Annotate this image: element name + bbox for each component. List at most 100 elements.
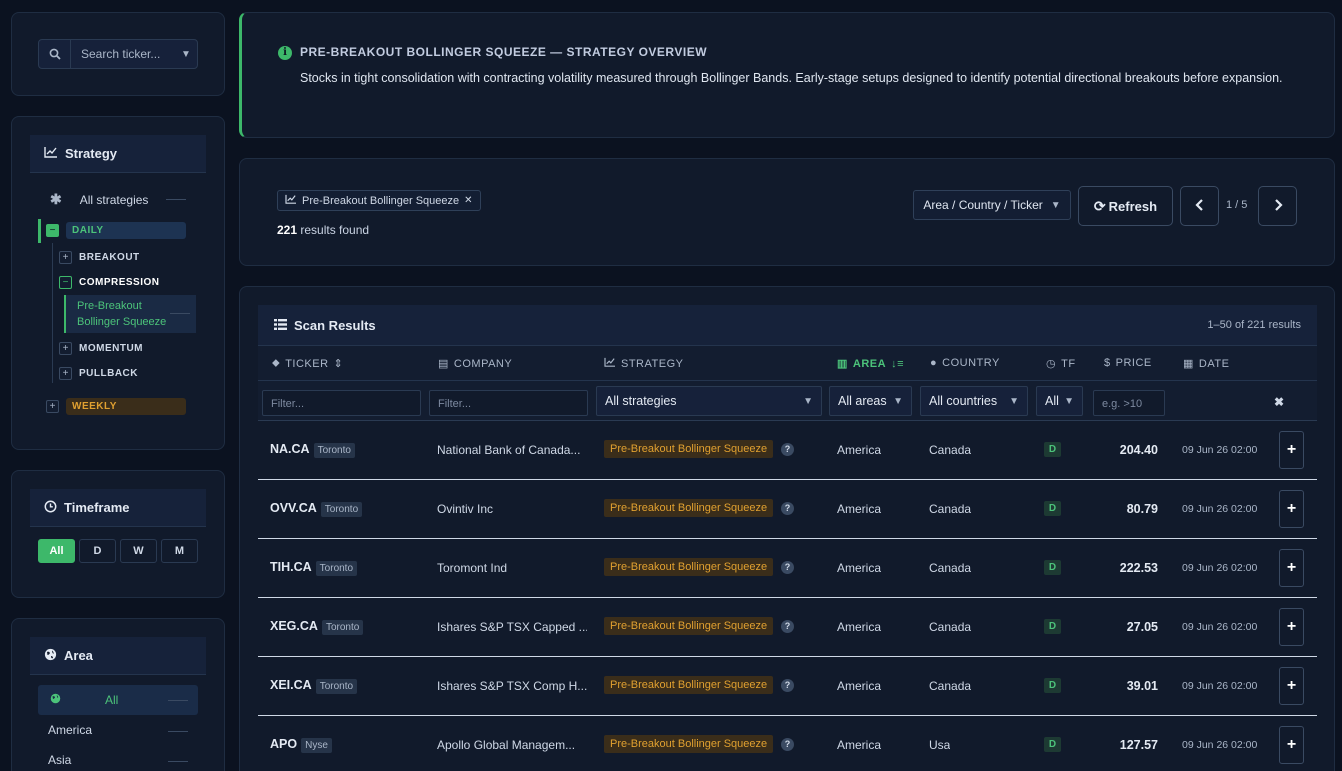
tf-filter-select[interactable]: All ▼ (1036, 386, 1083, 416)
clock-icon (44, 500, 57, 516)
refresh-label: Refresh (1108, 198, 1158, 214)
next-page-button[interactable] (1258, 186, 1297, 226)
chart-line-icon (44, 146, 58, 161)
ticker-cell[interactable]: APO Nyse (270, 737, 332, 753)
expand-icon[interactable]: + (59, 342, 72, 355)
search-input[interactable]: Search ticker... (71, 47, 175, 61)
ticker-filter-input[interactable]: Filter... (262, 390, 421, 416)
ticker[interactable]: NA.CA (270, 442, 310, 456)
strategy-filter-select[interactable]: All strategies ▼ (596, 386, 822, 416)
ticker[interactable]: OVV.CA (270, 501, 317, 515)
ticker[interactable]: TIH.CA (270, 560, 312, 574)
table-row[interactable]: OVV.CA Toronto Ovintiv Inc Pre-Breakout Bol… (258, 480, 1317, 539)
close-icon[interactable]: ✕ (464, 195, 472, 206)
group-by-label: Area / Country / Ticker (923, 198, 1043, 212)
table-row[interactable]: NA.CA Toronto National Bank of Canada... Pr… (258, 421, 1317, 480)
ticker-cell[interactable]: XEI.CA Toronto (270, 678, 358, 694)
ticker[interactable]: APO (270, 737, 297, 751)
country-filter-select[interactable]: All countries ▼ (920, 386, 1028, 416)
col-company-label: COMPANY (453, 357, 513, 370)
expand-icon[interactable]: + (59, 251, 72, 264)
help-icon[interactable]: ? (781, 443, 794, 456)
area-item-all[interactable]: All (38, 685, 198, 715)
price-cell: 204.40 (1119, 443, 1158, 457)
timeframe-header: Timeframe (30, 489, 206, 527)
area-item-asia[interactable]: Asia (48, 753, 71, 767)
ticker[interactable]: XEG.CA (270, 619, 318, 633)
clear-filters-icon[interactable]: ✖ (1274, 395, 1284, 409)
company-filter-input[interactable]: Filter... (429, 390, 588, 416)
expand-icon[interactable]: + (46, 400, 59, 413)
tf-badge: D (1044, 442, 1061, 457)
add-button[interactable]: + (1279, 608, 1304, 646)
col-price[interactable]: $ PRICE (1104, 357, 1152, 369)
daily-group[interactable]: − DAILY (46, 222, 186, 239)
area-filter-select[interactable]: All areas ▼ (829, 386, 912, 416)
help-icon[interactable]: ? (781, 620, 794, 633)
add-button[interactable]: + (1279, 490, 1304, 528)
help-icon[interactable]: ? (781, 502, 794, 515)
collapse-icon[interactable]: − (46, 224, 59, 237)
tree-item-breakout[interactable]: + BREAKOUT (59, 251, 140, 264)
tf-weekly-button[interactable]: W (120, 539, 157, 563)
exchange-badge: Nyse (301, 738, 332, 753)
selected-strategy[interactable]: Pre-Breakout Bollinger Squeeze (64, 295, 196, 333)
chart-line-icon (285, 194, 297, 207)
results-suffix: results found (300, 223, 370, 237)
tf-monthly-button[interactable]: M (161, 539, 198, 563)
table-row[interactable]: XEG.CA Toronto Ishares S&P TSX Capped ... P… (258, 598, 1317, 657)
table-row[interactable]: TIH.CA Toronto Toromont Ind Pre-Breakout Bo… (258, 539, 1317, 598)
chart-line-icon (604, 357, 616, 370)
chevron-down-icon: ▼ (893, 395, 903, 407)
col-ticker[interactable]: ⬥ TICKER ⇕ (272, 357, 343, 370)
tf-all-button[interactable]: All (38, 539, 75, 563)
company-cell: National Bank of Canada... (437, 443, 581, 457)
tf-daily-button[interactable]: D (79, 539, 116, 563)
tree-item-pullback[interactable]: + PULLBACK (59, 367, 138, 380)
group-by-select[interactable]: Area / Country / Ticker ▼ (913, 190, 1071, 220)
ticker-cell[interactable]: TIH.CA Toronto (270, 560, 358, 576)
col-company[interactable]: ▤ COMPANY (438, 357, 513, 371)
add-button[interactable]: + (1279, 549, 1304, 587)
all-strategies-item[interactable]: ✱ All strategies (50, 191, 187, 208)
price-filter-input[interactable]: e.g. >10 (1093, 390, 1165, 416)
help-icon[interactable]: ? (781, 679, 794, 692)
help-icon[interactable]: ? (781, 561, 794, 574)
ticker-cell[interactable]: XEG.CA Toronto (270, 619, 364, 635)
col-country[interactable]: ● COUNTRY (930, 357, 1000, 369)
results-count: 221 (277, 223, 298, 237)
area-title: Area (64, 648, 93, 663)
results-range: 1–50 of 221 results (1207, 319, 1301, 331)
add-button[interactable]: + (1279, 431, 1304, 469)
table-row[interactable]: APO Nyse Apollo Global Managem... Pre-Break… (258, 716, 1317, 771)
area-item-america[interactable]: America (48, 723, 92, 737)
help-icon[interactable]: ? (781, 738, 794, 751)
col-tf[interactable]: ◷ TF (1046, 357, 1076, 371)
ticker-cell[interactable]: OVV.CA Toronto (270, 501, 363, 517)
chevron-down-icon[interactable]: ▼ (175, 49, 197, 60)
area-header: Area (30, 637, 206, 675)
add-button[interactable]: + (1279, 667, 1304, 705)
col-strategy[interactable]: STRATEGY (604, 357, 683, 370)
col-area[interactable]: ▥ AREA ↓≡ (837, 357, 904, 371)
active-indicator (38, 219, 41, 243)
exchange-badge: Toronto (315, 561, 358, 576)
col-date[interactable]: ▦ DATE (1183, 357, 1229, 371)
weekly-group[interactable]: + WEEKLY (46, 398, 186, 415)
add-button[interactable]: + (1279, 726, 1304, 764)
ticker-cell[interactable]: NA.CA Toronto (270, 442, 355, 458)
ticker-search[interactable]: Search ticker... ▼ (38, 39, 198, 69)
country-cell: Canada (929, 620, 972, 634)
tf-badge: D (1044, 619, 1061, 634)
expand-icon[interactable]: + (59, 367, 72, 380)
active-filter-chip[interactable]: Pre-Breakout Bollinger Squeeze ✕ (277, 190, 481, 211)
exchange-badge: Toronto (313, 443, 355, 458)
prev-page-button[interactable] (1180, 186, 1219, 226)
tag-icon: ⬥ (272, 357, 281, 369)
ticker[interactable]: XEI.CA (270, 678, 312, 692)
table-row[interactable]: XEI.CA Toronto Ishares S&P TSX Comp H... Pr… (258, 657, 1317, 716)
collapse-icon[interactable]: − (59, 276, 72, 289)
tree-item-compression[interactable]: − COMPRESSION (59, 276, 160, 289)
refresh-button[interactable]: ⟳ Refresh (1078, 186, 1173, 226)
tree-item-momentum[interactable]: + MOMENTUM (59, 342, 143, 355)
